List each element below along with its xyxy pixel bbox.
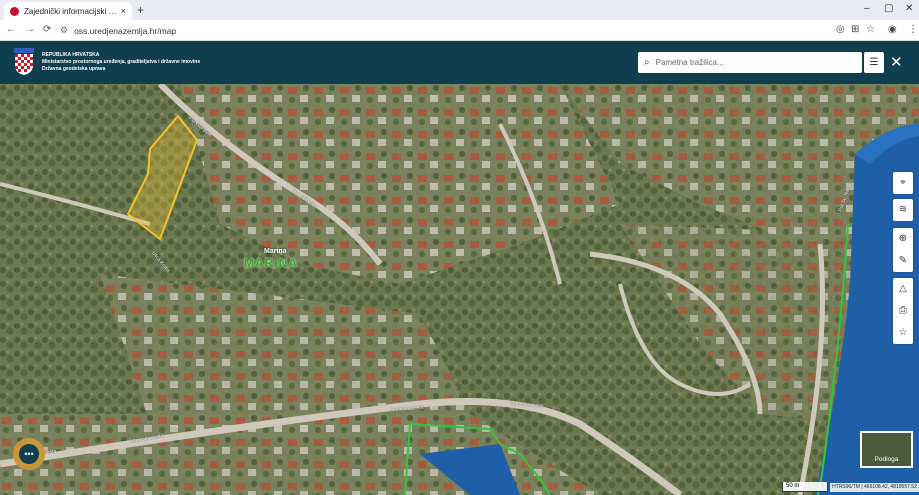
location-pin-icon[interactable]: ⌖ [900,172,906,194]
address-bar: ← → ⟳ ⚙ oss.uredjenazemlja.hr/map ◎ ⊞ ☆ … [0,20,919,41]
tab-close-button[interactable]: × [121,6,126,16]
maximize-button[interactable]: ▢ [884,3,893,14]
translate-icon[interactable]: ⊞ [851,24,859,35]
sliders-icon: ☰ [869,57,879,68]
tool-group-measure: ⊕ ✎ [893,228,913,272]
eye-icon[interactable]: ◎ [836,24,845,35]
print-icon[interactable]: ⎙ [899,300,907,322]
browser-tab-bar: Zajednički informacijski sustav × + – ▢ … [0,0,919,20]
place-label-small: Marina [264,248,287,255]
basemap-label: Podloga [874,456,899,463]
tool-group-location: ⌖ [893,172,913,194]
favicon-icon [10,6,19,16]
menu-dots-icon[interactable]: ⋮ [908,24,918,35]
tool-group-layers: ≋ [893,199,913,221]
close-icon[interactable]: ✕ [890,52,903,73]
profile-icon[interactable]: ◉ [888,24,897,35]
zoom-search-icon[interactable]: ⊕ [899,228,907,250]
browser-tab[interactable]: Zajednički informacijski sustav × [4,2,132,20]
star-icon[interactable]: ☆ [899,322,908,344]
minimize-button[interactable]: – [864,3,870,14]
aerial-imagery [0,84,919,495]
tab-title: Zajednički informacijski sustav [24,6,117,16]
place-label-big: MARINA [244,256,298,270]
back-icon[interactable]: ← [6,24,16,35]
chat-bubble-icon: ••• [19,444,39,464]
tool-group-misc: △ ⎙ ☆ [893,278,913,344]
search-icon: ⌕ [644,57,650,68]
chat-button[interactable]: ••• [13,438,45,470]
bookmark-star-icon[interactable]: ☆ [866,24,875,35]
smart-search-input[interactable]: ⌕ Pametna tražilica... [638,52,862,73]
close-window-button[interactable]: ✕ [905,3,913,14]
layers-icon[interactable]: ≋ [899,199,907,221]
coordinate-readout: HTRS96/TM | 466108.42, 4819557.52 [830,483,919,492]
area-measure-icon[interactable]: △ [899,278,907,300]
filter-button[interactable]: ☰ [864,52,884,73]
ruler-icon[interactable]: ✎ [899,250,907,272]
basemap-switcher[interactable]: Podloga [860,431,913,468]
url-field[interactable]: ⚙ oss.uredjenazemlja.hr/map [60,23,810,38]
new-tab-button[interactable]: + [137,3,144,17]
reload-icon[interactable]: ⟳ [43,24,51,35]
url-text: oss.uredjenazemlja.hr/map [74,25,177,36]
scale-bar: 50 m [782,482,828,492]
forward-icon[interactable]: → [25,24,35,35]
map-canvas[interactable]: Marina MARINA Put Gdinjske Put Gdinjske … [0,84,919,495]
search-placeholder: Pametna tražilica... [655,58,724,67]
organization-name: REPUBLIKA HRVATSKA Ministarstvo prostorn… [42,52,201,72]
site-info-icon[interactable]: ⚙ [60,25,68,36]
croatian-crest-icon [14,48,34,75]
